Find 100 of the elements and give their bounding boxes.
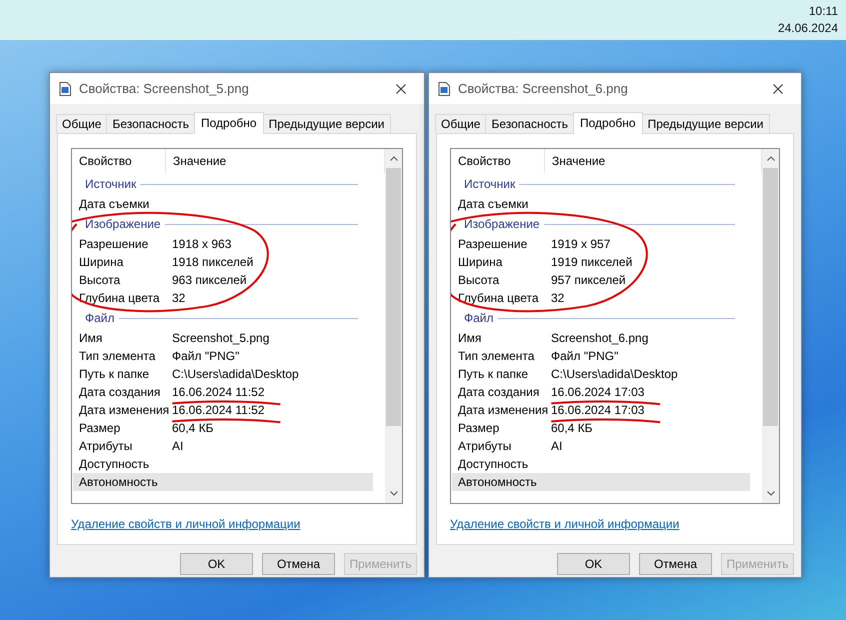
property-value: AI: [551, 438, 562, 455]
property-row[interactable]: Разрешение 1919 x 957: [452, 235, 750, 253]
scrollbar[interactable]: [385, 149, 402, 503]
property-name: Атрибуты: [79, 438, 134, 455]
property-row[interactable]: Глубина цвета 32: [73, 289, 373, 307]
property-name: Дата создания: [458, 384, 540, 401]
property-row[interactable]: Атрибуты AI: [452, 437, 750, 455]
section-heading: Источник: [85, 177, 138, 191]
property-name: Автономность: [458, 474, 538, 491]
property-row[interactable]: Дата съемки: [452, 195, 750, 213]
section-heading: Файл: [464, 311, 495, 325]
property-name: Размер: [79, 420, 122, 437]
close-icon: [773, 84, 783, 94]
property-value: 1918 пикселей: [172, 254, 254, 271]
dialog-button[interactable]: Отмена: [262, 553, 335, 575]
remove-properties-link[interactable]: Удаление свойств и личной информации: [450, 517, 680, 531]
property-value: 16.06.2024 11:52: [172, 383, 265, 401]
property-row[interactable]: Атрибуты AI: [73, 437, 373, 455]
property-value: Screenshot_6.png: [551, 330, 648, 347]
property-row[interactable]: Высота 957 пикселей: [452, 271, 750, 289]
property-row[interactable]: Путь к папке C:\Users\adida\Desktop: [73, 365, 373, 383]
property-name: Имя: [79, 330, 104, 347]
property-name: Доступность: [458, 456, 530, 473]
tab[interactable]: Предыдущие версии: [262, 114, 390, 133]
scrollbar-thumb[interactable]: [763, 168, 778, 426]
property-row[interactable]: Ширина 1918 пикселей: [73, 253, 373, 271]
property-value: 16.06.2024 17:03: [551, 401, 644, 419]
property-name: Автономность: [79, 474, 159, 491]
property-value: 32: [551, 290, 564, 307]
file-icon: [59, 82, 71, 96]
property-row[interactable]: Имя Screenshot_6.png: [452, 329, 750, 347]
property-value: Файл "PNG": [172, 348, 240, 365]
tab[interactable]: Общие: [56, 114, 108, 133]
property-value: 60,4 КБ: [172, 420, 214, 437]
dialog-button[interactable]: Отмена: [639, 553, 712, 575]
dialog-button[interactable]: OK: [180, 553, 253, 575]
scrollbar-thumb[interactable]: [386, 168, 401, 426]
section-heading: Изображение: [85, 217, 162, 231]
tab[interactable]: Подробно: [573, 112, 643, 134]
tab[interactable]: Общие: [435, 114, 486, 133]
scrollbar[interactable]: [762, 149, 779, 503]
property-row[interactable]: Путь к папке C:\Users\adida\Desktop: [452, 365, 750, 383]
file-icon: [438, 82, 450, 96]
property-name: Тип элемента: [458, 348, 536, 365]
property-row[interactable]: Ширина 1919 пикселей: [452, 253, 750, 271]
property-row[interactable]: Дата изменения 16.06.2024 17:03: [452, 401, 750, 419]
tab[interactable]: Подробно: [194, 112, 264, 134]
property-row[interactable]: Автономность: [452, 473, 750, 491]
dialog-button[interactable]: OK: [557, 553, 630, 575]
property-name: Тип элемента: [79, 348, 156, 365]
property-value: 1919 пикселей: [551, 254, 632, 271]
property-name: Путь к папке: [79, 366, 150, 383]
property-row[interactable]: Тип элемента Файл "PNG": [73, 347, 373, 365]
property-name: Высота: [79, 272, 122, 289]
property-row[interactable]: Автономность: [73, 473, 373, 491]
property-row[interactable]: Тип элемента Файл "PNG": [452, 347, 750, 365]
property-row[interactable]: Имя Screenshot_5.png: [73, 329, 373, 347]
remove-properties-link[interactable]: Удаление свойств и личной информации: [71, 517, 300, 531]
column-header[interactable]: Свойство: [79, 149, 166, 173]
property-name: Высота: [458, 272, 500, 289]
property-name: Дата создания: [79, 384, 162, 401]
scroll-up-icon: [766, 156, 774, 161]
property-name: Атрибуты: [458, 438, 512, 455]
property-row[interactable]: Размер 60,4 КБ: [452, 419, 750, 437]
tab[interactable]: Предыдущие версии: [642, 114, 770, 133]
close-icon: [396, 84, 406, 94]
property-value: 1919 x 957: [551, 236, 610, 253]
property-row[interactable]: Дата съемки: [73, 195, 373, 213]
section-heading: Изображение: [464, 217, 541, 231]
property-value: 60,4 КБ: [551, 420, 593, 437]
property-row[interactable]: Дата изменения 16.06.2024 11:52: [73, 401, 373, 419]
property-name: Разрешение: [79, 236, 150, 253]
property-name: Ширина: [458, 254, 504, 271]
property-row[interactable]: Высота 963 пикселей: [73, 271, 373, 289]
property-row[interactable]: Глубина цвета 32: [452, 289, 750, 307]
clock-date: 24.06.2024: [778, 20, 838, 37]
property-row[interactable]: Размер 60,4 КБ: [73, 419, 373, 437]
property-name: Дата съемки: [458, 196, 530, 213]
window-title: Свойства: Screenshot_5.png: [79, 81, 250, 96]
property-row[interactable]: Дата создания 16.06.2024 17:03: [452, 383, 750, 401]
scroll-down-icon: [390, 491, 398, 496]
property-row[interactable]: Доступность: [73, 455, 373, 473]
section-heading: Файл: [85, 311, 116, 325]
property-row[interactable]: Разрешение 1918 x 963: [73, 235, 373, 253]
window-title: Свойства: Screenshot_6.png: [458, 81, 629, 96]
property-value: 957 пикселей: [551, 272, 626, 289]
property-name: Глубина цвета: [458, 290, 540, 307]
column-header[interactable]: Свойство: [458, 149, 545, 173]
property-name: Доступность: [79, 456, 150, 473]
property-value: 1918 x 963: [172, 236, 232, 253]
property-name: Имя: [458, 330, 482, 347]
clock-time: 10:11: [808, 3, 838, 20]
scroll-down-icon: [766, 491, 774, 496]
property-value: 16.06.2024 17:03: [551, 383, 644, 401]
section-heading: Источник: [464, 177, 516, 191]
property-value: C:\Users\adida\Desktop: [172, 366, 299, 383]
property-row[interactable]: Дата создания 16.06.2024 11:52: [73, 383, 373, 401]
property-row[interactable]: Доступность: [452, 455, 750, 473]
property-value: AI: [172, 438, 184, 455]
property-name: Дата изменения: [79, 402, 170, 419]
